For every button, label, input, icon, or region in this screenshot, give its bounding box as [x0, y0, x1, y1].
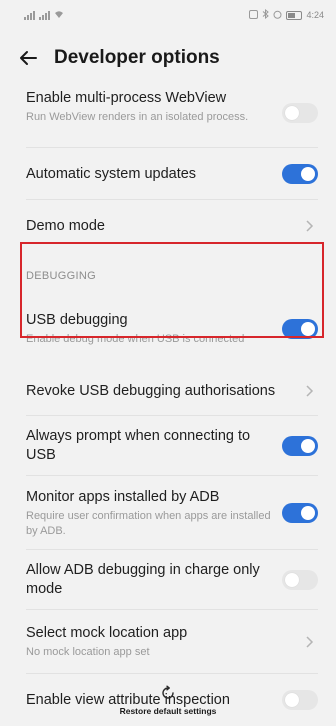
monitor-adb-toggle[interactable]: [282, 503, 318, 523]
item-title: USB debugging: [26, 312, 128, 328]
item-title: Select mock location app: [26, 625, 188, 641]
item-subtitle: No mock location app set: [26, 646, 150, 658]
back-arrow-icon[interactable]: [8, 38, 48, 78]
list-item-multi-process-webview[interactable]: Enable multi-process WebView Run WebView…: [0, 78, 336, 148]
item-title: Always prompt when connecting to USB: [26, 428, 251, 463]
signal-icon-2: [39, 10, 50, 20]
restore-defaults-label: Restore default settings: [119, 706, 217, 716]
list-item-mock-location-app[interactable]: Select mock location app No mock locatio…: [0, 610, 336, 674]
list-item-automatic-system-updates[interactable]: Automatic system updates: [0, 148, 336, 200]
section-header-debugging: DEBUGGING: [26, 270, 96, 282]
item-title: Revoke USB debugging authorisations: [26, 382, 276, 399]
clock: 4:24: [306, 10, 324, 20]
item-title: Allow ADB debugging in charge only mode: [26, 562, 260, 597]
list-item-revoke-usb-auth[interactable]: Revoke USB debugging authorisations: [0, 366, 336, 416]
list-item-always-prompt-usb[interactable]: Always prompt when connecting to USB: [0, 416, 336, 476]
chevron-right-icon: [306, 636, 314, 648]
item-title: Enable multi-process WebView: [26, 90, 227, 106]
adb-charge-only-toggle[interactable]: [282, 570, 318, 590]
item-title: Automatic system updates: [26, 165, 197, 182]
page-title: Developer options: [54, 47, 220, 68]
refresh-icon: [162, 685, 174, 699]
bluetooth-icon: [262, 8, 270, 21]
list-item-demo-mode[interactable]: Demo mode: [0, 200, 336, 252]
signal-indicators: [24, 10, 64, 21]
list-item-usb-debugging[interactable]: USB debugging Enable debug mode when USB…: [0, 292, 336, 366]
item-title: Monitor apps installed by ADB: [26, 488, 220, 505]
item-subtitle: Require user confirmation when apps are …: [26, 509, 271, 537]
list-item-monitor-adb-apps[interactable]: Monitor apps installed by ADB Require us…: [0, 476, 336, 550]
nfc-icon: [249, 9, 259, 21]
app-bar: Developer options: [0, 38, 336, 78]
status-bar: 4:24: [0, 0, 336, 30]
always-prompt-toggle[interactable]: [282, 436, 318, 456]
chevron-right-icon: [306, 220, 314, 232]
status-right: 4:24: [249, 8, 324, 21]
item-subtitle: Run WebView renders in an isolated proce…: [26, 111, 249, 123]
wifi-icon: [54, 10, 64, 21]
battery-icon: [286, 10, 303, 20]
list-item-adb-charge-only[interactable]: Allow ADB debugging in charge only mode: [0, 550, 336, 610]
item-subtitle: Enable debug mode when USB is connected: [26, 333, 245, 345]
alarm-icon: [273, 10, 282, 21]
item-title: Demo mode: [26, 217, 105, 234]
auto-updates-toggle[interactable]: [282, 164, 318, 184]
settings-list: Enable multi-process WebView Run WebView…: [0, 78, 336, 726]
usb-debugging-toggle[interactable]: [282, 319, 318, 339]
chevron-right-icon: [306, 385, 314, 397]
multi-process-toggle[interactable]: [282, 103, 318, 123]
restore-defaults-button[interactable]: Restore default settings: [0, 672, 336, 723]
signal-icon: [24, 10, 35, 20]
